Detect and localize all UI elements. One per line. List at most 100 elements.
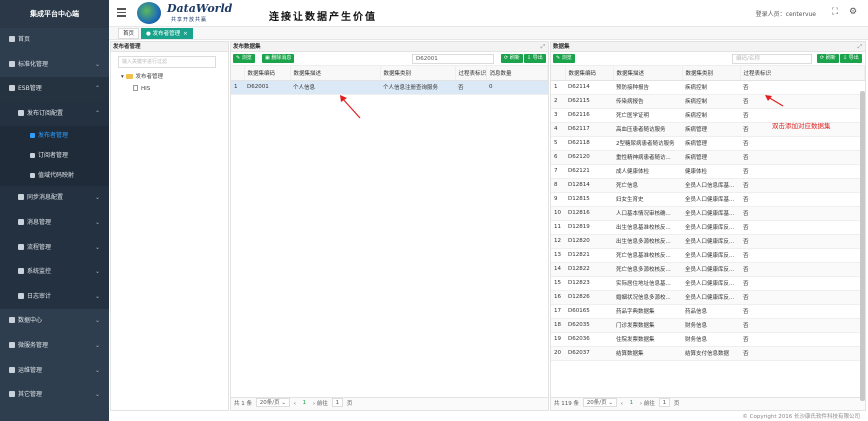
table-row[interactable]: 20 D62037 结算数据集 结算支付信息数据否 — [551, 346, 865, 361]
current-page[interactable]: 1 — [300, 399, 310, 408]
panel-title: 数据集 ⤢ — [551, 42, 865, 52]
expand-icon[interactable]: ⤢ — [858, 42, 862, 52]
column-header[interactable]: 数据集类别 — [380, 66, 456, 81]
column-header[interactable] — [231, 66, 245, 81]
column-header[interactable]: 消息数量 — [486, 66, 548, 81]
column-header[interactable]: 数据集编码 — [244, 66, 291, 81]
table-row[interactable]: 19 D62036 住院发票数据集 财务信息否 — [551, 332, 865, 347]
sidebar-item-sync[interactable]: 同步消息配置 ⌄ — [0, 186, 109, 211]
sidebar-item-log[interactable]: 日志审计 ⌄ — [0, 284, 109, 310]
next-page-icon[interactable]: › — [313, 401, 315, 407]
table-cell: 高血压患者随访服务 — [613, 122, 682, 137]
table-row[interactable]: 17 D60165 药品字典数据集 药品信息否 — [551, 304, 865, 319]
tab-publisher[interactable]: ● 发布者管理 × — [141, 28, 193, 39]
sidebar-item-flow[interactable]: 流程管理 ⌄ — [0, 235, 109, 261]
close-icon[interactable]: × — [183, 31, 188, 37]
table-row[interactable]: 18 D62035 门诊发票数据集 财务信息否 — [551, 318, 865, 333]
scrollbar[interactable] — [860, 91, 865, 401]
table-row[interactable]: 1 D62001 个人信息 个人信息注册查询服务否 0 — [231, 80, 548, 95]
delete-message-button[interactable]: ▣ 删除消息 — [262, 54, 295, 63]
table-cell: 8 — [551, 178, 565, 193]
export-button[interactable]: ⇩ 导出 — [840, 54, 862, 63]
expand-icon[interactable]: ⤢ — [541, 42, 545, 52]
goto-page-input[interactable]: 1 — [658, 398, 671, 407]
page-size-label: 20条/页 — [586, 400, 607, 406]
menu-toggle-icon[interactable] — [117, 8, 126, 17]
chevron-down-icon: ⌄ — [94, 60, 100, 68]
table-cell: 否 — [740, 220, 865, 235]
sidebar-item-other[interactable]: 其它管理 ⌄ — [0, 383, 109, 408]
goto-page-input[interactable]: 1 — [331, 398, 344, 407]
table-row[interactable]: 1 D62114 预防接种报告 疾病控制否 — [551, 80, 865, 95]
table-cell: 全员人口健康库反... — [682, 276, 740, 291]
column-header[interactable] — [551, 66, 566, 81]
page-size-select[interactable]: 20条/页 ⌄ — [582, 398, 617, 407]
column-header[interactable]: 过程表标识 — [455, 66, 487, 81]
dataset-search-input[interactable]: D62001 — [412, 54, 494, 64]
table-row[interactable]: 8 D12814 死亡信息 全员人口信息库基... 否 — [551, 178, 865, 193]
sidebar-item-ops[interactable]: 运维管理 ⌄ — [0, 359, 109, 384]
table-row[interactable]: 15 D12823 实际居住地址信息基... 全员人口健康库反... 否 — [551, 276, 865, 291]
sidebar-item-esb[interactable]: ESB管理 ⌃ — [0, 77, 109, 102]
table-row[interactable]: 11 D12819 出生信息基准校核反... 全员人口健康库反... 否 — [551, 220, 865, 235]
table-cell: D62116 — [565, 108, 613, 123]
all-dataset-search-input[interactable]: 编码/名称 — [732, 54, 812, 64]
sidebar-item-label: 订阅者管理 — [38, 152, 69, 160]
tree-node-root[interactable]: ▾ 发布者管理 — [121, 72, 163, 80]
sidebar-item-publisher[interactable]: 发布者管理 — [0, 126, 109, 147]
refresh-button[interactable]: ⟳ 刷新 — [817, 54, 839, 63]
panel-title-text: 发布数据集 — [233, 44, 261, 50]
table-row[interactable]: 12 D12820 出生信息多源校核反... 全员人口健康库反... 否 — [551, 234, 865, 249]
export-button[interactable]: ⇩ 导出 — [524, 54, 546, 63]
table-row[interactable]: 9 D12815 妇女生育史 全员人口健康库基... 否 — [551, 192, 865, 207]
sidebar-item-label: 运维管理 — [18, 366, 43, 374]
sidebar-item-code-mapping[interactable]: 值域代码映射 — [0, 166, 109, 187]
sidebar-item-monitor[interactable]: 系统监控 ⌄ — [0, 260, 109, 285]
tree-node-his[interactable]: HIS — [133, 85, 150, 92]
column-header[interactable]: 过程表标识 — [740, 66, 865, 81]
sidebar-item-home[interactable]: 首页 — [0, 28, 109, 53]
chevron-down-icon: ⌄ — [94, 317, 100, 325]
sidebar-item-datacenter[interactable]: 数据中心 ⌄ — [0, 309, 109, 334]
next-page-icon[interactable]: › — [640, 401, 642, 407]
browse-button[interactable]: ✎ 浏览 — [553, 54, 575, 63]
current-page[interactable]: 1 — [627, 399, 637, 408]
table-cell: 疾病控制 — [682, 80, 740, 95]
table-cell: 12 — [551, 234, 565, 249]
settings-icon[interactable]: ⚙ — [848, 7, 858, 17]
table-row[interactable]: 14 D12822 死亡信息多源校核反... 全员人口健康库反... 否 — [551, 262, 865, 277]
bus-icon — [9, 85, 15, 92]
table-cell: 疾病控制 — [682, 94, 740, 109]
goto-label: 前往 — [316, 401, 328, 407]
table-row[interactable]: 6 D62120 重性精神病患者随访... 疾病管理否 — [551, 150, 865, 165]
sidebar-item-standard[interactable]: 标准化管理 ⌄ — [0, 53, 109, 78]
table-row[interactable]: 5 D62118 2型糖尿病患者随访服务 疾病管理否 — [551, 136, 865, 151]
refresh-button[interactable]: ⟳ 刷新 — [501, 54, 523, 63]
sidebar-item-pubsub[interactable]: 发布订阅配置 ⌃ — [0, 101, 109, 127]
dataset-toolbar: ✎ 浏览 ▣ 删除消息 D62001 ⟳ 刷新 ⇩ 导出 — [231, 52, 548, 66]
fullscreen-icon[interactable]: ⛶ — [830, 7, 840, 17]
column-header[interactable]: 数据集描述 — [290, 66, 381, 81]
sidebar-item-message[interactable]: 消息管理 ⌄ — [0, 210, 109, 236]
column-header[interactable]: 数据集类别 — [682, 66, 741, 81]
prev-page-icon[interactable]: ‹ — [294, 401, 296, 407]
browse-button[interactable]: ✎ 浏览 — [233, 54, 255, 63]
goto-label: 前往 — [643, 401, 655, 407]
table-row[interactable]: 2 D62115 传染病报告 疾病控制否 — [551, 94, 865, 109]
table-row[interactable]: 7 D62121 成人健康体检 健康体检否 — [551, 164, 865, 179]
prev-page-icon[interactable]: ‹ — [621, 401, 623, 407]
page-size-select[interactable]: 20条/页 ⌄ — [255, 398, 290, 407]
tree-filter-input[interactable]: 输入关键字进行过滤 — [118, 56, 216, 68]
column-header[interactable]: 数据集描述 — [613, 66, 683, 81]
column-header[interactable]: 数据集编码 — [565, 66, 614, 81]
table-cell: 重性精神病患者随访... — [613, 150, 682, 165]
table-row[interactable]: 13 D12821 死亡信息基准校核反... 全员人口健康库反... 否 — [551, 248, 865, 263]
sidebar-item-microservice[interactable]: 微服务管理 ⌄ — [0, 334, 109, 359]
tab-home[interactable]: 首页 — [118, 28, 140, 39]
button-label: 刷新 — [825, 55, 836, 61]
table-row[interactable]: 16 D12826 婚姻状况信息多源校... 全员人口健康库反... 否 — [551, 290, 865, 305]
table-row[interactable]: 10 D12816 人口基本情况审核确... 全员人口健康库基... 否 — [551, 206, 865, 221]
sidebar-item-subscriber[interactable]: 订阅者管理 — [0, 146, 109, 167]
table-header-row: 数据集编码 数据集描述 数据集类别 过程表标识 消息数量 — [231, 66, 548, 81]
table-cell: 否 — [740, 234, 865, 249]
